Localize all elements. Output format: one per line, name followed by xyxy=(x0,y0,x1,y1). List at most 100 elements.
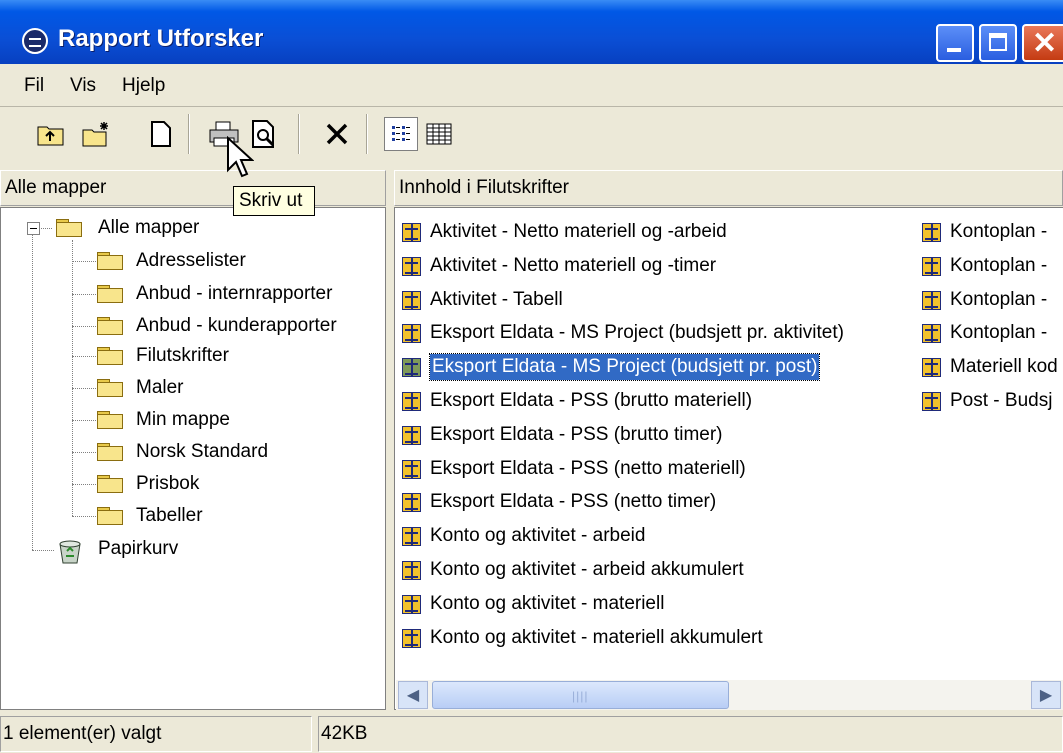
report-icon xyxy=(402,426,421,445)
menu-vis[interactable]: Vis xyxy=(70,75,96,97)
tree-connector xyxy=(32,550,54,551)
tree-connector xyxy=(72,356,96,357)
tree-connector xyxy=(72,294,96,295)
list-item[interactable]: Eksport Eldata - PSS (netto materiell) xyxy=(430,456,746,482)
report-icon xyxy=(402,392,421,411)
list-pane-header[interactable]: Innhold i Filutskrifter xyxy=(394,170,1063,206)
document-icon xyxy=(151,121,171,147)
menu-fil[interactable]: Fil xyxy=(24,75,44,97)
list-view-button[interactable] xyxy=(384,117,418,151)
toolbar-separator xyxy=(366,114,368,154)
report-icon xyxy=(402,561,421,580)
list-item[interactable]: Post - Budsj xyxy=(950,388,1052,414)
collapse-toggle[interactable] xyxy=(27,222,40,235)
tree-connector xyxy=(72,484,96,485)
pane-splitter[interactable] xyxy=(386,170,394,710)
status-size: 42KB xyxy=(318,716,1063,752)
open-folder-icon xyxy=(56,219,82,237)
menu-hjelp[interactable]: Hjelp xyxy=(122,75,165,97)
list-item[interactable]: Aktivitet - Tabell xyxy=(430,287,563,313)
tree-connector xyxy=(72,261,96,262)
list-item[interactable]: Eksport Eldata - PSS (brutto materiell) xyxy=(430,388,752,414)
folder-icon xyxy=(97,379,123,397)
tree-connector xyxy=(72,420,96,421)
print-preview-icon xyxy=(252,120,275,148)
report-icon xyxy=(922,392,941,411)
report-icon xyxy=(922,291,941,310)
report-icon xyxy=(402,223,421,242)
list-item[interactable]: Kontoplan - xyxy=(950,219,1047,245)
report-icon xyxy=(402,257,421,276)
delete-icon xyxy=(326,123,348,145)
tree-connector xyxy=(72,326,96,327)
list-item[interactable]: Konto og aktivitet - materiell akkumuler… xyxy=(430,625,763,651)
list-item[interactable]: Eksport Eldata - MS Project (budsjett pr… xyxy=(428,353,821,381)
new-document-button[interactable] xyxy=(144,117,178,151)
recycle-bin-icon xyxy=(59,540,81,564)
scroll-grip: |||| xyxy=(572,689,589,703)
list-item[interactable]: Konto og aktivitet - arbeid xyxy=(430,523,645,549)
app-icon[interactable] xyxy=(22,28,48,54)
folder-icon xyxy=(97,443,123,461)
maximize-button[interactable] xyxy=(979,24,1017,62)
tree-item-norsk-standard[interactable]: Norsk Standard xyxy=(136,441,268,463)
folder-icon xyxy=(97,507,123,525)
folder-icon xyxy=(97,285,123,303)
minimize-button[interactable] xyxy=(936,24,974,62)
scroll-right-button[interactable]: ▶ xyxy=(1031,681,1061,709)
up-folder-button[interactable] xyxy=(34,117,68,151)
list-item[interactable]: Aktivitet - Netto materiell og -timer xyxy=(430,253,716,279)
tree-connector xyxy=(72,452,96,453)
list-item[interactable]: Eksport Eldata - MS Project (budsjett pr… xyxy=(430,320,844,346)
tree-pane-header[interactable]: Alle mapper xyxy=(0,170,386,206)
list-item[interactable]: Kontoplan - xyxy=(950,253,1047,279)
scroll-left-button[interactable]: ◀ xyxy=(398,681,428,709)
list-item[interactable]: Kontoplan - xyxy=(950,320,1047,346)
list-item[interactable]: Konto og aktivitet - materiell xyxy=(430,591,664,617)
list-item[interactable]: Aktivitet - Netto materiell og -arbeid xyxy=(430,219,727,245)
folder-icon xyxy=(97,317,123,335)
tree-connector xyxy=(72,240,73,516)
report-icon xyxy=(402,460,421,479)
arrow-left-icon: ◀ xyxy=(406,687,420,704)
tree-item-anbud-internrapporter[interactable]: Anbud - internrapporter xyxy=(136,283,332,305)
list-item[interactable]: Konto og aktivitet - arbeid akkumulert xyxy=(430,557,744,583)
tree-item-min-mappe[interactable]: Min mappe xyxy=(136,409,230,431)
tooltip: Skriv ut xyxy=(233,186,315,216)
folder-up-icon xyxy=(37,126,64,146)
folder-icon xyxy=(97,252,123,270)
tree-item-papirkurv[interactable]: Papirkurv xyxy=(98,538,178,560)
tree-connector xyxy=(72,388,96,389)
report-icon xyxy=(402,358,421,377)
report-icon xyxy=(402,324,421,343)
list-item[interactable]: Kontoplan - xyxy=(950,287,1047,313)
list-item[interactable]: Eksport Eldata - PSS (netto timer) xyxy=(430,489,716,515)
report-icon xyxy=(402,595,421,614)
arrow-right-icon: ▶ xyxy=(1039,687,1053,704)
report-icon xyxy=(402,291,421,310)
close-button[interactable]: ✕ xyxy=(1022,24,1063,62)
new-folder-button[interactable] xyxy=(80,117,114,151)
mouse-cursor-icon xyxy=(227,136,254,178)
new-folder-icon xyxy=(82,122,108,147)
list-item[interactable]: Materiell kod xyxy=(950,354,1058,380)
tree-item-filutskrifter[interactable]: Filutskrifter xyxy=(136,345,229,367)
report-icon xyxy=(402,629,421,648)
tree-item-prisbok[interactable]: Prisbok xyxy=(136,473,199,495)
report-icon xyxy=(922,324,941,343)
list-item[interactable]: Eksport Eldata - PSS (brutto timer) xyxy=(430,422,723,448)
folder-icon xyxy=(97,475,123,493)
tree-item-anbud-kunderapporter[interactable]: Anbud - kunderapporter xyxy=(136,315,337,337)
folder-icon xyxy=(97,411,123,429)
report-icon xyxy=(922,223,941,242)
tree-item-adresselister[interactable]: Adresselister xyxy=(136,250,246,272)
list-view-icon xyxy=(392,126,410,141)
delete-button[interactable] xyxy=(320,117,354,151)
tree-item-root[interactable]: Alle mapper xyxy=(98,217,199,239)
report-icon xyxy=(922,257,941,276)
window-title: Rapport Utforsker xyxy=(58,25,264,52)
details-view-button[interactable] xyxy=(422,117,456,151)
tree-item-tabeller[interactable]: Tabeller xyxy=(136,505,203,527)
tree-item-maler[interactable]: Maler xyxy=(136,377,184,399)
tree-connector xyxy=(72,516,96,517)
